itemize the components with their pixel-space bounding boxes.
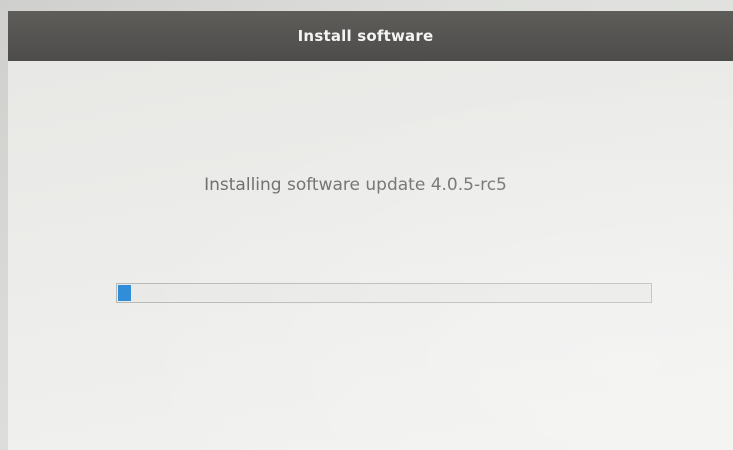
install-progress-bar — [116, 283, 652, 303]
device-screen: Install software Installing software upd… — [8, 11, 733, 450]
install-progress-fill — [118, 285, 131, 301]
window-title: Install software — [297, 27, 434, 45]
install-content: Installing software update 4.0.5-rc5 — [8, 61, 733, 450]
title-bar: Install software — [8, 11, 733, 61]
install-status-text: Installing software update 4.0.5-rc5 — [204, 175, 507, 195]
